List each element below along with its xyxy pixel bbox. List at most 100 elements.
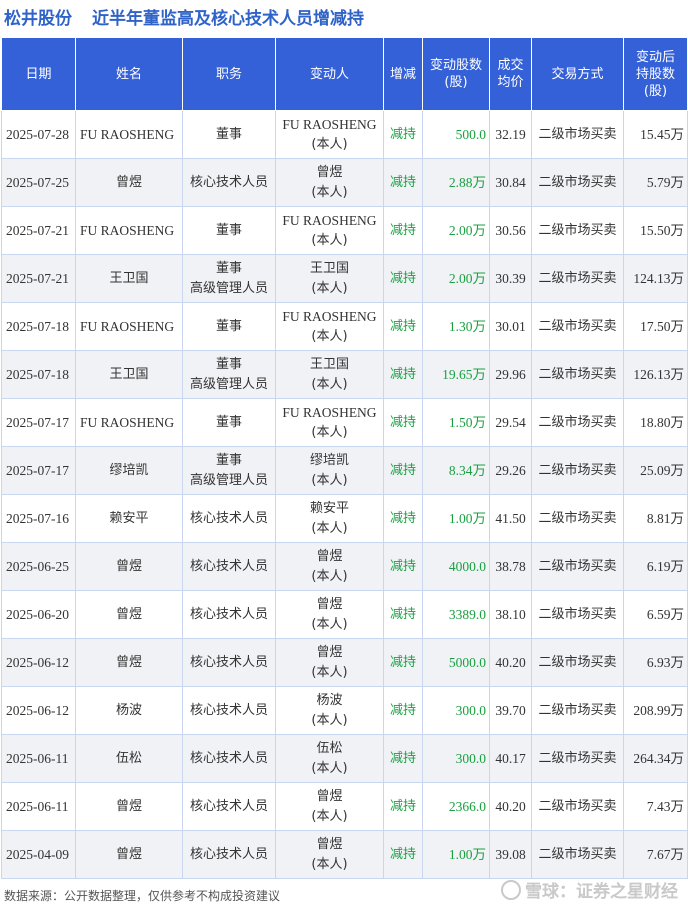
header-col-price: 成交 均价 (489, 37, 532, 111)
cell-method: 二级市场买卖 (531, 254, 624, 303)
cell-direction: 减持 (383, 206, 423, 255)
table-row: 2025-06-11 伍松 核心技术人员 伍松 (本人) 减持 300.0 40.17 二级市场… (1, 734, 688, 783)
header-col-after: 变动后 持股数 (股) (623, 37, 688, 111)
cell-direction: 减持 (383, 110, 423, 159)
table-row: 2025-07-28 FU RAOSHENG 董事 FU RAOSHENG (本人) 减持… (1, 110, 688, 159)
cell-changer: FU RAOSHENG (本人) (275, 110, 384, 159)
cell-shares: 500.0 (422, 110, 490, 159)
cell-price: 29.26 (489, 446, 532, 495)
cell-direction: 减持 (383, 686, 423, 735)
changer-line: 伍松 (316, 740, 343, 756)
cell-direction: 减持 (383, 254, 423, 303)
changer-line: 缪培凯 (309, 452, 349, 468)
header-line: 持股数 (635, 66, 675, 82)
header-col-shares: 变动股数 (股) (422, 37, 490, 111)
cell-position: 董事 (182, 110, 276, 159)
table-header-row: 日期 姓名 职务 变动人 增减 变动股数 (股) 成交 均价 交易方式 变动后 持股数 (股) (1, 37, 688, 111)
table-row: 2025-04-09 曾煜 核心技术人员 曾煜 (本人) 减持 1.00万 39.08 二级市场… (1, 830, 688, 879)
changer-line: (本人) (311, 760, 348, 776)
cell-price: 40.17 (489, 734, 532, 783)
cell-name: 曾煜 (75, 782, 183, 831)
cell-date: 2025-07-25 (1, 158, 76, 207)
cell-price: 39.70 (489, 686, 532, 735)
cell-price: 39.08 (489, 830, 532, 879)
position-line: 核心技术人员 (189, 558, 268, 574)
cell-date: 2025-07-16 (1, 494, 76, 543)
cell-position: 核心技术人员 (182, 638, 276, 687)
changer-line: 王卫国 (309, 356, 349, 372)
cell-after: 6.19万 (623, 542, 688, 591)
cell-direction: 减持 (383, 590, 423, 639)
table-row: 2025-07-18 王卫国 董事 高级管理人员 王卫国 (本人) 减持 19.65万 29.9… (1, 350, 688, 399)
cell-price: 38.10 (489, 590, 532, 639)
cell-date: 2025-07-17 (1, 446, 76, 495)
cell-after: 6.93万 (623, 638, 688, 687)
cell-method: 二级市场买卖 (531, 590, 624, 639)
header-line: 职务 (215, 66, 242, 82)
cell-name: 赖安平 (75, 494, 183, 543)
table-row: 2025-06-12 杨波 核心技术人员 杨波 (本人) 减持 300.0 39.70 二级市场… (1, 686, 688, 735)
cell-changer: 杨波 (本人) (275, 686, 384, 735)
cell-date: 2025-06-11 (1, 782, 76, 831)
header-line: 变动后 (635, 49, 675, 65)
cell-date: 2025-04-09 (1, 830, 76, 879)
cell-direction: 减持 (383, 542, 423, 591)
cell-position: 核心技术人员 (182, 590, 276, 639)
company-name: 松井股份 (4, 9, 72, 29)
cell-direction: 减持 (383, 398, 423, 447)
cell-after: 7.43万 (623, 782, 688, 831)
cell-position: 核心技术人员 (182, 830, 276, 879)
cell-price: 30.84 (489, 158, 532, 207)
cell-shares: 2.88万 (422, 158, 490, 207)
cell-shares: 2366.0 (422, 782, 490, 831)
page-title: 近半年董监高及核心技术人员增减持 (92, 9, 364, 29)
cell-after: 15.50万 (623, 206, 688, 255)
cell-direction: 减持 (383, 782, 423, 831)
changer-line: FU RAOSHENG (282, 212, 377, 228)
cell-name: 王卫国 (75, 350, 183, 399)
changer-line: (本人) (311, 616, 348, 632)
cell-method: 二级市场买卖 (531, 398, 624, 447)
cell-direction: 减持 (383, 302, 423, 351)
cell-method: 二级市场买卖 (531, 782, 624, 831)
cell-shares: 300.0 (422, 686, 490, 735)
header-col-direction: 增减 (383, 37, 423, 111)
holdings-change-table: 日期 姓名 职务 变动人 增减 变动股数 (股) 成交 均价 交易方式 变动后 持股数 (股) 2025… (1, 37, 688, 879)
cell-direction: 减持 (383, 638, 423, 687)
title-bar: 松井股份 近半年董监高及核心技术人员增减持 (0, 0, 688, 34)
table-row: 2025-07-18 FU RAOSHENG 董事 FU RAOSHENG (本人) 减持… (1, 302, 688, 351)
cell-name: 曾煜 (75, 638, 183, 687)
cell-changer: 曾煜 (本人) (275, 158, 384, 207)
cell-changer: 赖安平 (本人) (275, 494, 384, 543)
header-line: 姓名 (115, 66, 142, 82)
cell-date: 2025-06-20 (1, 590, 76, 639)
changer-line: (本人) (311, 280, 348, 296)
cell-name: 杨波 (75, 686, 183, 735)
changer-line: FU RAOSHENG (282, 404, 377, 420)
cell-shares: 2.00万 (422, 206, 490, 255)
cell-date: 2025-07-18 (1, 302, 76, 351)
cell-changer: 曾煜 (本人) (275, 638, 384, 687)
cell-price: 30.39 (489, 254, 532, 303)
position-line: 核心技术人员 (189, 606, 268, 622)
table-row: 2025-07-21 FU RAOSHENG 董事 FU RAOSHENG (本人) 减持… (1, 206, 688, 255)
changer-line: (本人) (311, 184, 348, 200)
changer-line: 曾煜 (316, 596, 343, 612)
cell-position: 董事 高级管理人员 (182, 446, 276, 495)
table-body: 2025-07-28 FU RAOSHENG 董事 FU RAOSHENG (本人) 减持… (1, 110, 688, 879)
cell-method: 二级市场买卖 (531, 638, 624, 687)
cell-changer: 王卫国 (本人) (275, 350, 384, 399)
table-row: 2025-07-17 FU RAOSHENG 董事 FU RAOSHENG (本人) 减持… (1, 398, 688, 447)
header-line: 成交 (497, 58, 524, 73)
header-col-name: 姓名 (75, 37, 183, 111)
cell-method: 二级市场买卖 (531, 110, 624, 159)
position-line: 董事 (215, 414, 242, 430)
cell-direction: 减持 (383, 494, 423, 543)
cell-position: 董事 高级管理人员 (182, 350, 276, 399)
cell-method: 二级市场买卖 (531, 350, 624, 399)
changer-line: (本人) (311, 712, 348, 728)
position-line: 董事 (215, 222, 242, 238)
cell-name: 曾煜 (75, 158, 183, 207)
table-row: 2025-06-12 曾煜 核心技术人员 曾煜 (本人) 减持 5000.0 40.20 二级市… (1, 638, 688, 687)
header-line: 变动股数 (429, 58, 482, 73)
